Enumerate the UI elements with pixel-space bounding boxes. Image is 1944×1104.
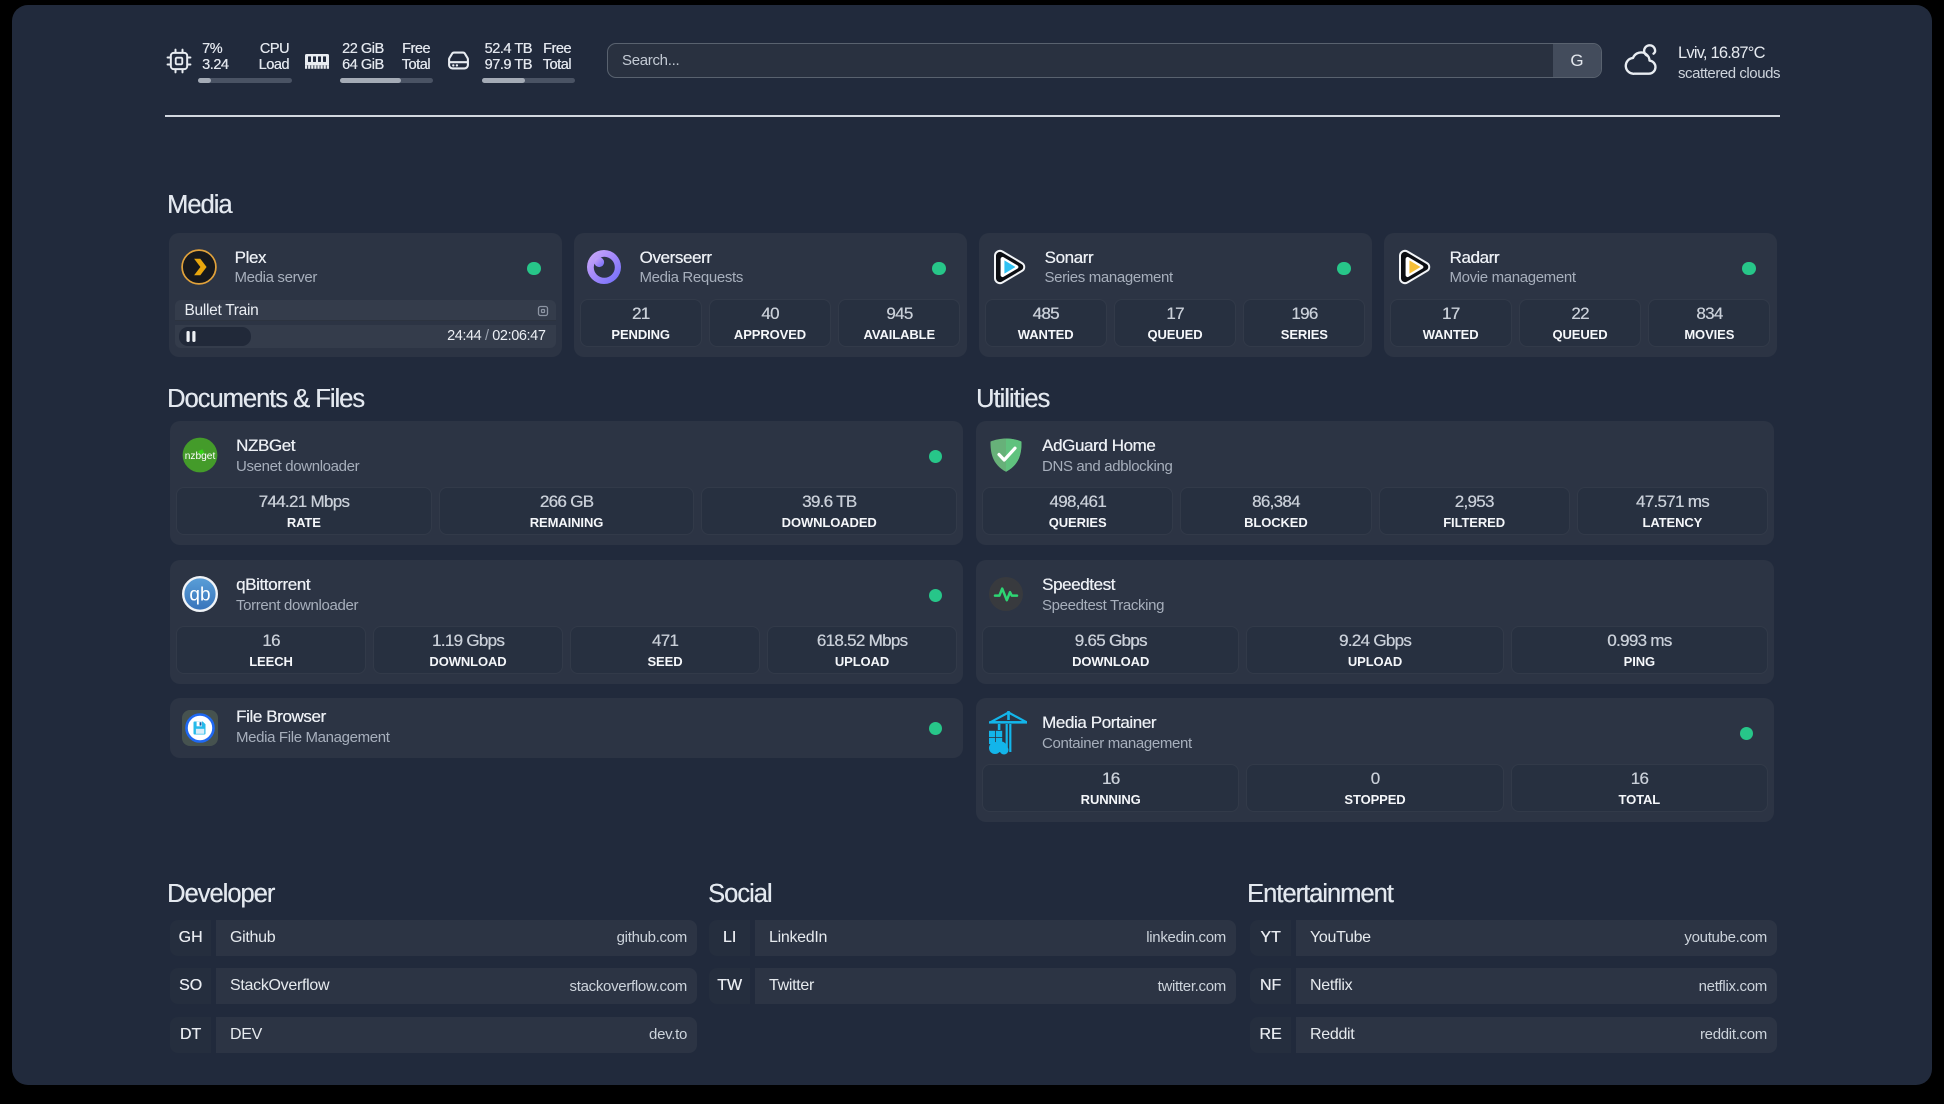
svg-text:qb: qb [189,585,210,606]
svg-text:nzbget: nzbget [185,451,216,462]
